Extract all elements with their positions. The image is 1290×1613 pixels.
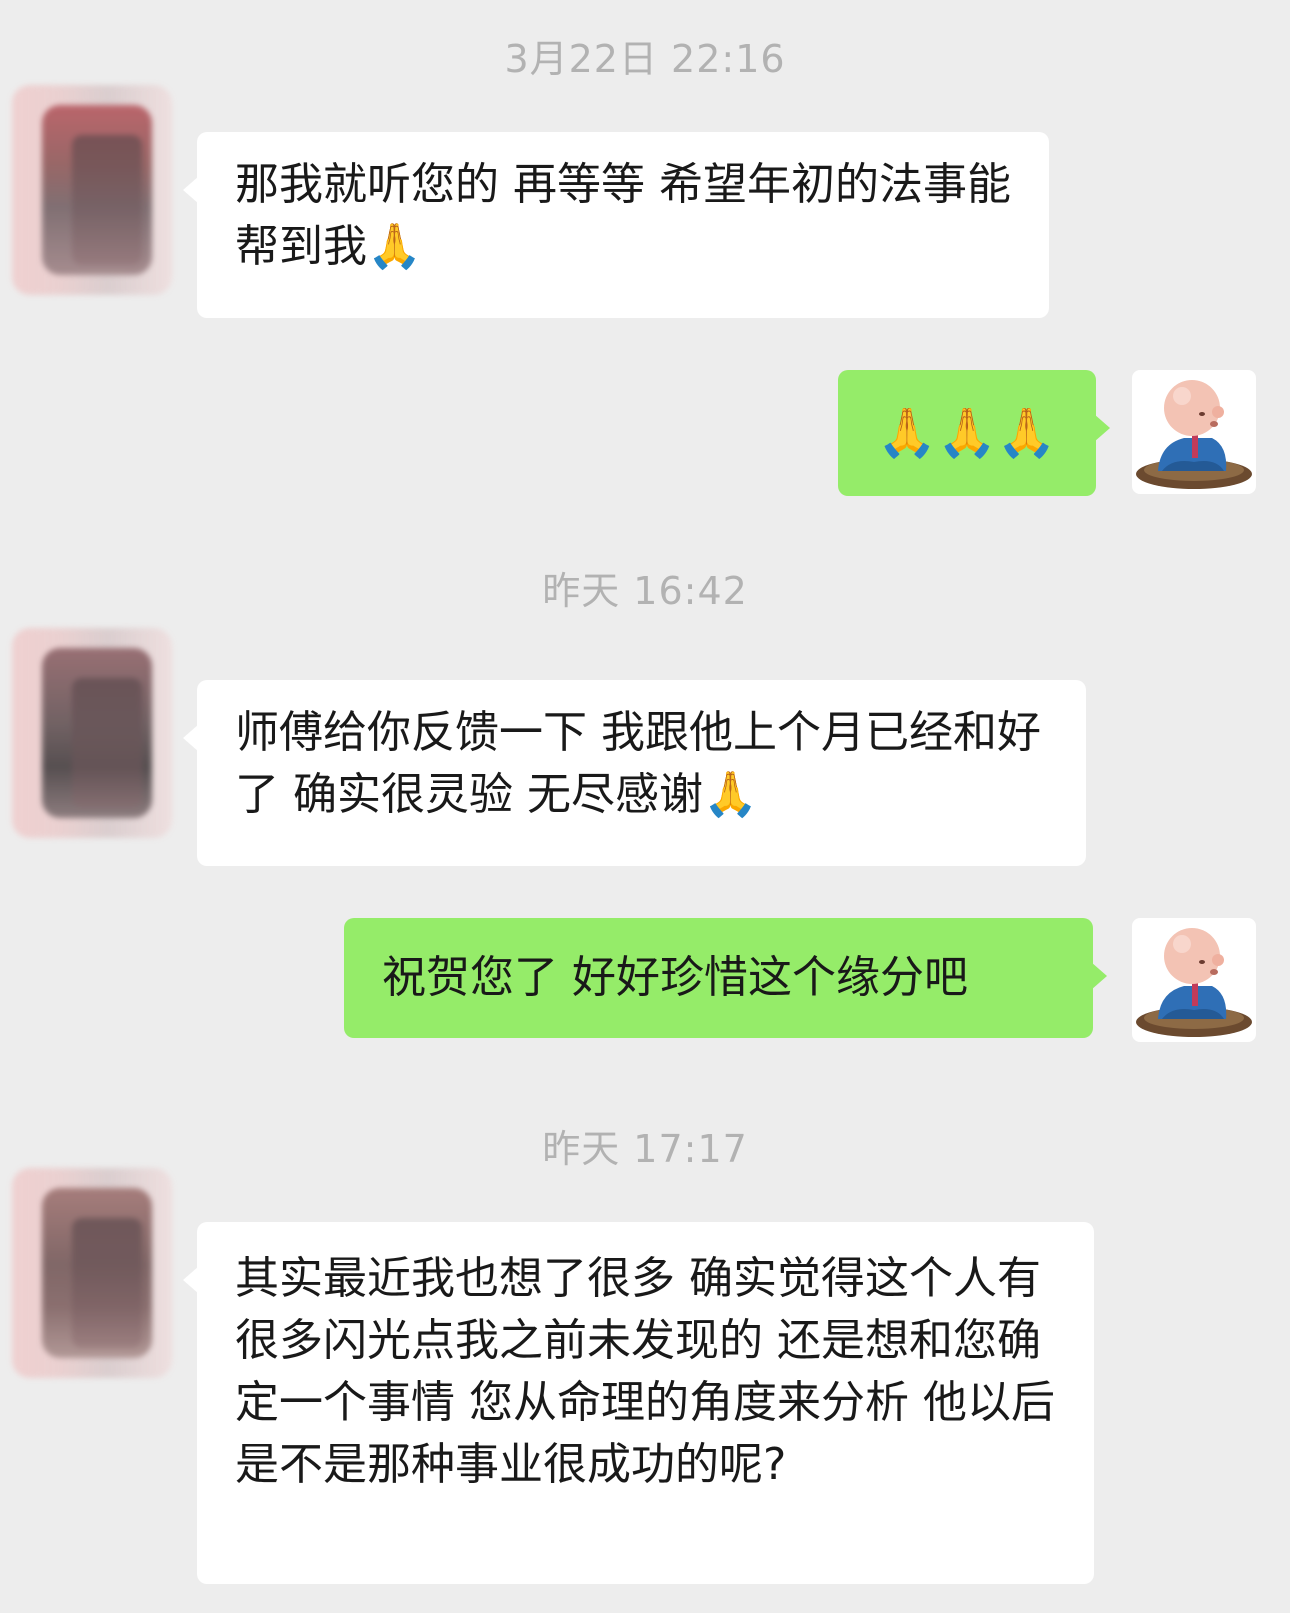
incoming-message-bubble[interactable]: 其实最近我也想了很多 确实觉得这个人有很多闪光点我之前未发现的 还是想和您确定一… xyxy=(183,1222,1094,1584)
outgoing-message-bubble[interactable]: 祝贺您了 好好珍惜这个缘分吧 xyxy=(344,918,1107,1038)
contact-avatar[interactable] xyxy=(12,1168,172,1378)
message-text: 那我就听您的 再等等 希望年初的法事能帮到我🙏 xyxy=(235,159,1011,272)
self-avatar[interactable] xyxy=(1132,918,1256,1042)
timestamp: 昨天 16:42 xyxy=(542,569,748,613)
incoming-message-bubble[interactable]: 师傅给你反馈一下 我跟他上个月已经和好了 确实很灵验 无尽感谢🙏 xyxy=(183,680,1086,866)
monk-avatar-icon xyxy=(1136,380,1252,489)
incoming-message-bubble[interactable]: 那我就听您的 再等等 希望年初的法事能帮到我🙏 xyxy=(183,132,1049,318)
outgoing-message-bubble[interactable]: 🙏🙏🙏 xyxy=(838,370,1110,496)
contact-avatar[interactable] xyxy=(12,628,172,838)
timestamp: 3月22日 22:16 xyxy=(504,37,786,81)
message-text: 祝贺您了 好好珍惜这个缘分吧 xyxy=(382,952,968,1003)
chat-area[interactable]: 3月22日 22:16 那我就听您的 再等等 希望年初的法事能帮到我🙏 🙏🙏🙏 … xyxy=(0,0,1290,1613)
timestamp: 昨天 17:17 xyxy=(542,1127,748,1171)
message-text: 师傅给你反馈一下 我跟他上个月已经和好了 确实很灵验 无尽感谢🙏 xyxy=(235,707,1041,820)
contact-avatar[interactable] xyxy=(12,85,172,295)
self-avatar[interactable] xyxy=(1132,370,1256,494)
praying-hands-emoji: 🙏🙏🙏 xyxy=(877,405,1057,461)
message-text: 其实最近我也想了很多 确实觉得这个人有很多闪光点我之前未发现的 还是想和您确定一… xyxy=(235,1253,1055,1490)
monk-avatar-icon xyxy=(1136,928,1252,1037)
